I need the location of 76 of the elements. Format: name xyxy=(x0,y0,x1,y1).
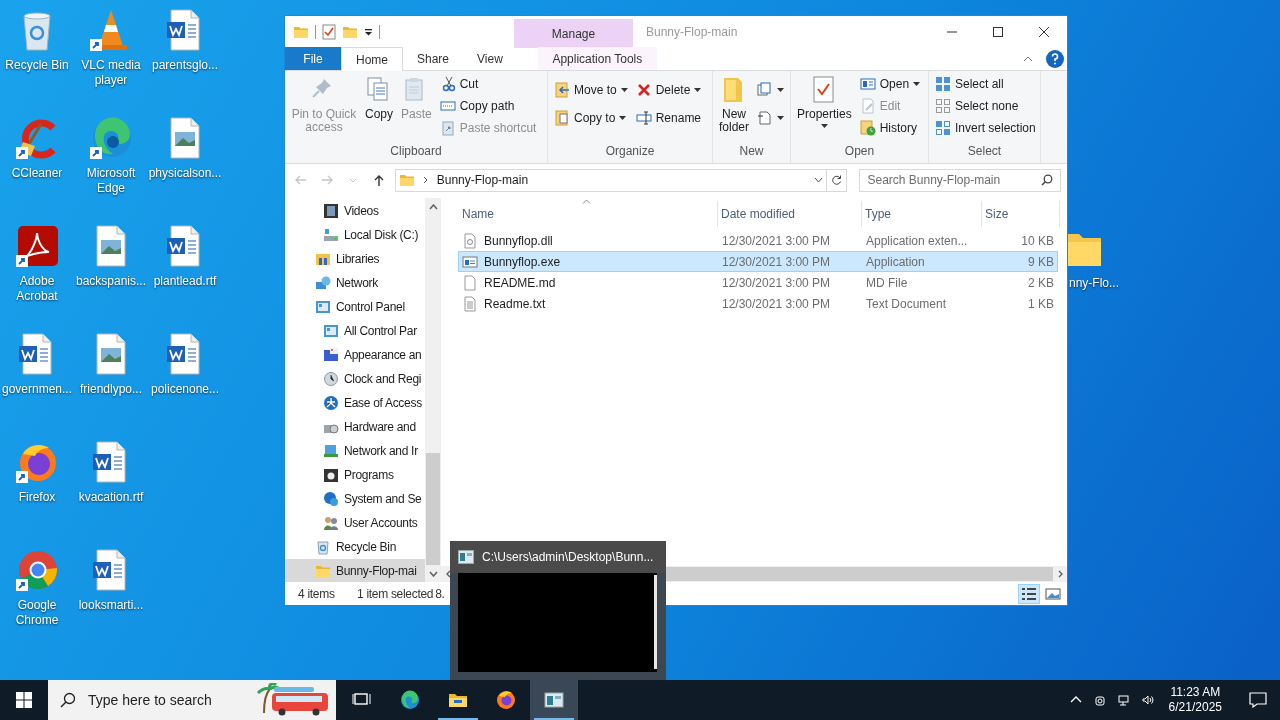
table-cell-text: 12/30/2021 3:00 PM xyxy=(721,274,832,292)
context-tab-header: Manage xyxy=(514,19,633,48)
table-cell-text: 1 KB xyxy=(1027,295,1054,313)
file-name: README.md xyxy=(484,274,556,292)
ribbon-button[interactable]: Copy path xyxy=(439,96,537,116)
desktop-icon[interactable]: nny-Flo... xyxy=(1069,226,1121,291)
group-label: Open xyxy=(843,143,876,160)
column-header[interactable]: Date modified xyxy=(718,201,862,227)
ribbon-tab[interactable]: File xyxy=(285,47,341,70)
ribbon-button[interactable]: Invert selection xyxy=(935,118,1036,138)
file-name: Readme.txt xyxy=(484,295,546,313)
ribbon-button[interactable]: New folder xyxy=(716,74,752,142)
nav-item[interactable]: Local Disk (C:) xyxy=(285,223,425,247)
column-header[interactable]: Size xyxy=(982,201,1060,227)
ribbon-button[interactable]: Properties xyxy=(794,74,855,142)
nav-item[interactable]: Hardware and xyxy=(285,415,425,439)
group-label: Organize xyxy=(604,143,656,160)
ribbon-tab[interactable]: Share xyxy=(403,47,464,70)
ribbon-button[interactable]: Cut xyxy=(439,74,537,94)
nav-item[interactable]: Network and Ir xyxy=(285,439,425,463)
ribbon-button[interactable]: Delete xyxy=(635,80,702,100)
nav-item[interactable]: Programs xyxy=(285,463,425,487)
nav-item[interactable]: Recycle Bin xyxy=(285,535,425,559)
ribbon-button[interactable]: Move to xyxy=(554,80,628,100)
table-cell-text: 10 KB xyxy=(1020,232,1054,250)
nav-item[interactable]: User Accounts xyxy=(285,511,425,535)
nav-item[interactable]: System and Se xyxy=(285,487,425,511)
ribbon-button[interactable]: Select all xyxy=(935,74,1036,94)
ribbon-button[interactable]: Rename xyxy=(635,108,702,128)
nav-item[interactable]: All Control Par xyxy=(285,319,425,343)
ribbon-button[interactable]: Copy xyxy=(362,74,396,142)
nav-item[interactable]: Libraries xyxy=(285,247,425,271)
file-row[interactable]: Bunnyflop.dll 12/30/2021 3:00 PM Application exten... 10 KB xyxy=(458,230,1058,251)
nav-item[interactable]: Network xyxy=(285,271,425,295)
ribbon-button[interactable]: Select none xyxy=(935,96,1036,116)
address-bar[interactable]: Bunny-Flop-main xyxy=(394,168,848,192)
status-text: 4 items xyxy=(298,585,336,603)
table-cell-text: 12/30/2021 3:00 PM xyxy=(721,295,832,313)
ribbon-tab[interactable]: View xyxy=(463,47,517,70)
file-row[interactable]: README.md 12/30/2021 3:00 PM MD File 2 KB xyxy=(458,272,1058,293)
nav-item[interactable]: Bunny-Flop-mai xyxy=(285,559,425,582)
table-cell-text: 12/30/2021 3:00 PM xyxy=(721,232,832,250)
file-name: Bunnyflop.dll xyxy=(484,232,553,250)
file-name: Bunnyflop.exe xyxy=(484,253,561,271)
group-label: Clipboard xyxy=(389,143,443,160)
status-text: 8. xyxy=(435,585,445,603)
table-cell-text: 2 KB xyxy=(1027,274,1054,292)
table-cell-text: MD File xyxy=(865,274,909,292)
ribbon-tab[interactable]: Home xyxy=(341,47,403,71)
search-field[interactable]: Search Bunny-Flop-main xyxy=(859,168,1061,192)
nav-item[interactable]: Appearance an xyxy=(285,343,425,367)
file-row[interactable]: Bunnyflop.exe 12/30/2021 3:00 PM Application 9 KB xyxy=(458,251,1058,272)
nav-item[interactable]: Ease of Access xyxy=(285,391,425,415)
nav-item[interactable]: Control Panel xyxy=(285,295,425,319)
column-header[interactable]: Name xyxy=(459,201,718,227)
file-row[interactable]: Readme.txt 12/30/2021 3:00 PM Text Document 1 KB xyxy=(458,293,1058,314)
table-cell-text: 12/30/2021 3:00 PM xyxy=(721,253,832,271)
column-header[interactable]: Type xyxy=(862,201,982,227)
group-label: New xyxy=(738,143,765,160)
clock[interactable]: 11:23 AM 6/21/2025 xyxy=(1164,685,1226,715)
window-title: Bunny-Flop-main xyxy=(646,24,738,41)
ribbon-button[interactable]: Open xyxy=(859,74,921,94)
table-cell-text: Application exten... xyxy=(865,232,969,250)
window-title: C:\Users\admin\Desktop\Bunn... xyxy=(482,549,654,566)
nav-item[interactable]: Videos xyxy=(285,199,425,223)
status-text: 1 item selected xyxy=(357,585,434,603)
nav-item[interactable]: Clock and Regi xyxy=(285,367,425,391)
table-cell-text: Application xyxy=(865,253,926,271)
table-cell-text: Text Document xyxy=(865,295,948,313)
window-preview-tooltip[interactable]: C:\Users\admin\Desktop\Bunn... xyxy=(450,541,666,680)
ribbon-button[interactable]: History xyxy=(859,118,921,138)
ribbon-button[interactable]: Copy to xyxy=(554,108,628,128)
group-label: Select xyxy=(966,143,1003,160)
ribbon-tab[interactable]: Application Tools xyxy=(537,47,657,70)
taskbar-search-field[interactable]: Type here to search xyxy=(48,680,336,720)
table-cell-text: 9 KB xyxy=(1027,253,1054,271)
